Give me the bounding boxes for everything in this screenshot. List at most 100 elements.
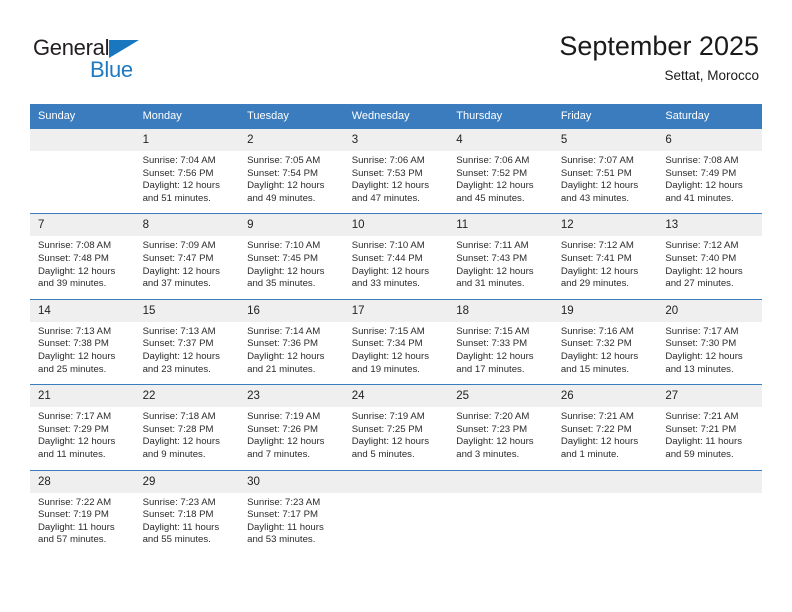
calendar-body: 1 2 3 4 5 6 Sunrise: 7:04 AM Sunset: 7:56 PM Day…	[30, 128, 762, 555]
sun-info-line: Daylight: 12 hours	[560, 180, 639, 192]
day-cell-15[interactable]: 15	[134, 298, 240, 322]
day-cell-12[interactable]: 12	[552, 213, 658, 237]
day-cell-1[interactable]: 1	[134, 128, 240, 151]
sun-info: Sunrise: 7:09 AM Sunset: 7:47 PM Daylight:…	[135, 236, 240, 298]
day-cell-5[interactable]: 5	[552, 128, 658, 151]
sun-info-line: Daylight: 12 hours	[456, 436, 534, 448]
day-cell-25[interactable]: 25	[448, 384, 553, 408]
sun-info-line: Sunset: 7:38 PM	[38, 338, 109, 350]
day-cell-21[interactable]: 21	[30, 384, 135, 408]
sun-info-line: Sunrise: 7:15 AM	[351, 325, 425, 337]
day-detail-21: Sunrise: 7:17 AM Sunset: 7:29 PM Daylight:…	[30, 407, 135, 470]
sun-info	[448, 493, 553, 551]
sun-info-line: and 31 minutes.	[456, 278, 525, 290]
sun-info-line: Daylight: 12 hours	[560, 265, 639, 277]
sun-info-line: and 15 minutes.	[560, 363, 630, 375]
sun-info: Sunrise: 7:22 AM Sunset: 7:19 PM Daylight:…	[30, 493, 135, 555]
day-cell-29[interactable]: 29	[134, 469, 240, 493]
sun-info-line: Daylight: 12 hours	[38, 436, 116, 448]
day-cell-11[interactable]: 11	[448, 213, 553, 237]
sun-info-line: Sunrise: 7:08 AM	[665, 155, 739, 166]
day-cell-23[interactable]: 23	[239, 384, 344, 408]
sun-info-line: Sunrise: 7:23 AM	[247, 496, 321, 508]
sun-info-line: Sunset: 7:23 PM	[456, 423, 528, 435]
title-block: September 2025 Settat, Morocco	[559, 30, 759, 85]
day-cell-24[interactable]: 24	[343, 384, 449, 408]
sun-info-line: and 1 minute.	[560, 448, 619, 460]
sun-info-line: Sunrise: 7:13 AM	[142, 325, 216, 337]
day-detail-28: Sunrise: 7:22 AM Sunset: 7:19 PM Daylight:…	[30, 493, 135, 555]
day-detail-empty	[30, 151, 135, 214]
sun-info-line: Sunrise: 7:20 AM	[456, 411, 530, 423]
week-detail-row: Sunrise: 7:13 AM Sunset: 7:38 PM Daylight:…	[30, 322, 762, 385]
sun-info-line: Sunset: 7:47 PM	[142, 252, 214, 264]
day-cell-22[interactable]: 22	[134, 384, 240, 408]
day-cell-10[interactable]: 10	[343, 213, 449, 237]
week-row: 14 15 16 17 18 19 20	[30, 298, 762, 322]
sun-info-line: Sunrise: 7:18 AM	[142, 411, 216, 423]
sun-info: Sunrise: 7:13 AM Sunset: 7:38 PM Daylight:…	[30, 322, 135, 384]
day-cell-13[interactable]: 13	[657, 213, 762, 237]
day-number: 18	[448, 299, 553, 322]
sun-info-line: and 21 minutes.	[247, 363, 316, 375]
sun-info-line: Daylight: 12 hours	[351, 350, 430, 362]
day-detail-9: Sunrise: 7:10 AM Sunset: 7:45 PM Daylight:…	[239, 236, 344, 299]
day-cell-30[interactable]: 30	[239, 469, 344, 493]
sun-info-line: Sunset: 7:18 PM	[142, 509, 214, 521]
sun-info-line: Daylight: 12 hours	[665, 265, 743, 277]
sun-info-line: Sunrise: 7:12 AM	[665, 240, 739, 252]
sun-info-line: Sunrise: 7:08 AM	[38, 240, 112, 252]
sun-info-line: and 41 minutes.	[665, 192, 734, 204]
day-cell-2[interactable]: 2	[239, 128, 344, 151]
day-cell-16[interactable]: 16	[239, 298, 344, 322]
day-cell-27[interactable]: 27	[657, 384, 762, 408]
sun-info: Sunrise: 7:06 AM Sunset: 7:53 PM Daylight:…	[344, 151, 449, 213]
day-cell-9[interactable]: 9	[239, 213, 344, 237]
sun-info-line: Sunset: 7:51 PM	[560, 167, 632, 179]
day-cell-7[interactable]: 7	[30, 213, 135, 237]
day-number: 19	[552, 299, 658, 322]
sun-info-line: and 9 minutes.	[142, 448, 206, 460]
sun-info-line: Sunset: 7:28 PM	[142, 423, 214, 435]
day-number: 21	[30, 385, 135, 408]
sun-info: Sunrise: 7:16 AM Sunset: 7:32 PM Daylight:…	[553, 322, 658, 384]
sun-info-line: and 5 minutes.	[351, 448, 415, 460]
sun-info-line: Sunrise: 7:10 AM	[351, 240, 425, 252]
sun-info-line: Sunset: 7:19 PM	[38, 509, 109, 521]
weekday-header-thursday: Thursday	[448, 104, 553, 129]
sun-info-line: Sunset: 7:32 PM	[560, 338, 632, 350]
day-number	[30, 129, 135, 151]
page-title: September 2025	[559, 31, 759, 61]
week-row: 123456	[30, 128, 762, 151]
sun-info: Sunrise: 7:12 AM Sunset: 7:41 PM Daylight:…	[553, 236, 658, 298]
day-cell-19[interactable]: 19	[552, 298, 658, 322]
day-cell-8[interactable]: 8	[134, 213, 240, 237]
week-row: 21 22 23 24 25 26 27	[30, 384, 762, 408]
day-detail-25: Sunrise: 7:20 AM Sunset: 7:23 PM Daylight:…	[448, 407, 553, 470]
sun-info	[344, 493, 449, 551]
sun-info-line: Sunrise: 7:13 AM	[38, 325, 112, 337]
sun-info-line: Sunrise: 7:05 AM	[247, 155, 321, 166]
day-cell-17[interactable]: 17	[343, 298, 449, 322]
day-cell-6[interactable]: 6	[657, 128, 762, 151]
day-cell-26[interactable]: 26	[552, 384, 658, 408]
sun-info-line: Daylight: 12 hours	[247, 436, 325, 448]
sun-info-line: Daylight: 12 hours	[560, 350, 639, 362]
day-number	[657, 470, 762, 493]
day-cell-28[interactable]: 28	[30, 469, 135, 493]
day-detail-2: Sunrise: 7:05 AM Sunset: 7:54 PM Daylight:…	[239, 151, 344, 214]
day-number: 17	[343, 299, 449, 322]
sun-info: Sunrise: 7:13 AM Sunset: 7:37 PM Daylight:…	[135, 322, 240, 384]
sun-info-line: Daylight: 11 hours	[665, 436, 742, 448]
page-header: General Blue September 2025 Settat, Moro…	[0, 0, 792, 100]
sun-info-line: Sunset: 7:30 PM	[665, 338, 737, 350]
day-cell-14[interactable]: 14	[30, 298, 135, 322]
sun-info-line: and 39 minutes.	[38, 278, 107, 290]
sun-info: Sunrise: 7:20 AM Sunset: 7:23 PM Daylight:…	[448, 407, 553, 469]
day-cell-18[interactable]: 18	[448, 298, 553, 322]
week-detail-row: Sunrise: 7:08 AM Sunset: 7:48 PM Daylight:…	[30, 236, 762, 299]
sun-info-line: and 45 minutes.	[456, 192, 525, 204]
day-cell-20[interactable]: 20	[657, 298, 762, 322]
day-cell-4[interactable]: 4	[448, 128, 553, 151]
day-cell-3[interactable]: 3	[343, 128, 449, 151]
